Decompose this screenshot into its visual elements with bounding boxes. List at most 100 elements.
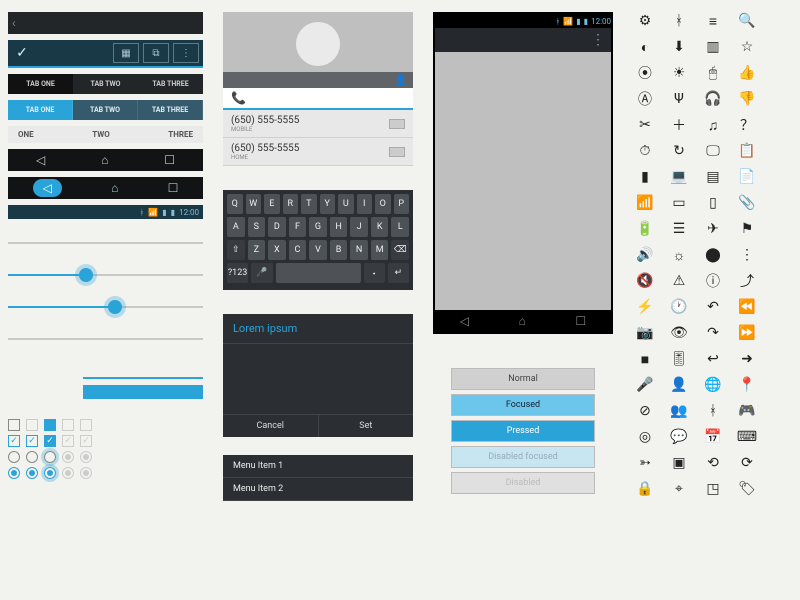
globe-icon[interactable]: 🌐	[701, 376, 725, 394]
airplane-icon[interactable]: ✈	[701, 220, 725, 238]
flag-icon[interactable]: ⚑	[735, 220, 759, 238]
thumbs-down-icon[interactable]: 👎	[735, 90, 759, 108]
nav-home-icon[interactable]: ⌂	[519, 314, 526, 328]
keyboard-icon[interactable]: ⌨	[735, 428, 759, 446]
scrollable-tabs[interactable]: ONE TWO THREE	[8, 126, 203, 143]
tab-three[interactable]: TAB THREE	[138, 74, 203, 94]
people-icon[interactable]: 👥	[667, 402, 691, 420]
volume-mute-icon[interactable]: 🔇	[633, 272, 657, 290]
crop2-icon[interactable]: ◳	[701, 480, 725, 498]
tab-three[interactable]: TAB THREE	[138, 100, 203, 120]
cancel-button[interactable]: Cancel	[223, 415, 319, 437]
key-C[interactable]: C	[289, 240, 307, 260]
set-button[interactable]: Set	[319, 415, 414, 437]
check-icon[interactable]: ✓	[8, 45, 36, 61]
key-U[interactable]: U	[338, 194, 354, 214]
nav-back-icon[interactable]: ◁	[460, 314, 469, 328]
tab-two[interactable]: TAB TWO	[73, 74, 138, 94]
key-⌫[interactable]: ⌫	[391, 240, 409, 260]
settings-icon[interactable]: ⚙	[633, 12, 657, 30]
clipboard-icon[interactable]: 📋	[735, 142, 759, 160]
key-W[interactable]: W	[246, 194, 262, 214]
slider-40[interactable]	[8, 269, 203, 281]
crop-icon[interactable]: ✂	[633, 116, 657, 134]
autofix-icon[interactable]: Ⓐ	[633, 90, 657, 108]
tab-one[interactable]: TAB ONE	[8, 100, 73, 120]
camera-icon[interactable]: 📷	[633, 324, 657, 342]
key-M[interactable]: M	[371, 240, 389, 260]
sms-icon[interactable]	[389, 147, 405, 157]
search-icon[interactable]: 🔍	[735, 12, 759, 30]
key-Q[interactable]: Q	[227, 194, 243, 214]
checkbox[interactable]	[62, 419, 74, 431]
grid-icon[interactable]: ▦	[113, 43, 139, 63]
mic-off-icon[interactable]: 🎤	[633, 376, 657, 394]
key-O[interactable]: O	[375, 194, 391, 214]
key-G[interactable]: G	[309, 217, 327, 237]
share-icon[interactable]: ⤴	[735, 272, 759, 290]
sliders-icon[interactable]: 🎚	[667, 350, 691, 368]
calendar-icon[interactable]: 📅	[701, 428, 725, 446]
target-icon[interactable]: ◎	[633, 428, 657, 446]
key-P[interactable]: P	[394, 194, 410, 214]
key-T[interactable]: T	[301, 194, 317, 214]
key-N[interactable]: N	[350, 240, 368, 260]
contact-number-row[interactable]: (650) 555-5555HOME	[223, 138, 413, 166]
checkbox[interactable]	[8, 419, 20, 431]
slider-55[interactable]	[8, 301, 203, 313]
person-icon[interactable]: 👤	[395, 75, 407, 86]
warning-icon[interactable]: ⚠	[667, 272, 691, 290]
reply-icon[interactable]: ↩	[701, 350, 725, 368]
key-🎤[interactable]: 🎤	[251, 263, 272, 283]
contrast-icon[interactable]: ◐	[633, 38, 657, 56]
key-L[interactable]: L	[391, 217, 409, 237]
locate-icon[interactable]: ⌖	[667, 480, 691, 498]
radio[interactable]	[26, 451, 38, 463]
tv-icon[interactable]: ▭	[667, 194, 691, 212]
nav-home-icon[interactable]: ⌂	[101, 153, 108, 167]
button-normal[interactable]: Normal	[451, 368, 595, 390]
redo-icon[interactable]: ↷	[701, 324, 725, 342]
world-icon[interactable]: ⦿	[633, 64, 657, 82]
overflow-icon[interactable]: ⋮	[591, 32, 605, 48]
key-D[interactable]: D	[268, 217, 286, 237]
new-tab-icon[interactable]: ⧉	[143, 43, 169, 63]
checkbox[interactable]	[80, 419, 92, 431]
headset-icon[interactable]: 🎧	[701, 90, 725, 108]
call-icon[interactable]: 📞	[231, 91, 246, 105]
attachment-icon[interactable]: 📎	[735, 194, 759, 212]
key-J[interactable]: J	[350, 217, 368, 237]
fastforward-icon[interactable]: ⏩	[735, 324, 759, 342]
thumbs-up-icon[interactable]: 👍	[735, 64, 759, 82]
help-icon[interactable]: ？	[735, 116, 759, 134]
key-space[interactable]	[276, 263, 361, 283]
bluetooth-on-icon[interactable]: ᚼ	[701, 402, 725, 420]
radio-focused[interactable]	[44, 451, 56, 463]
laptop-icon[interactable]: 💻	[667, 168, 691, 186]
key-X[interactable]: X	[268, 240, 286, 260]
undo-icon[interactable]: ↶	[701, 298, 725, 316]
tab-one[interactable]: TAB ONE	[8, 74, 73, 94]
person-icon[interactable]: 👤	[667, 376, 691, 394]
mouse-icon[interactable]: 🖱	[701, 64, 725, 82]
menu-item[interactable]: Menu Item 1	[223, 455, 413, 478]
nav-recent-icon[interactable]: ☐	[168, 181, 179, 195]
bluetooth-icon[interactable]: ᚼ	[667, 12, 691, 30]
brightness-icon[interactable]: ☀	[667, 64, 691, 82]
radio[interactable]	[8, 451, 20, 463]
videocam-icon[interactable]: ■	[633, 350, 657, 368]
nav-recent-icon[interactable]: ☐	[164, 153, 175, 167]
filter-icon[interactable]: ≡	[701, 12, 725, 30]
slider-empty[interactable]	[8, 237, 203, 249]
star-icon[interactable]: ☆	[735, 38, 759, 56]
key-Y[interactable]: Y	[320, 194, 336, 214]
radio-checked[interactable]	[8, 467, 20, 479]
compass-icon[interactable]: ➳	[633, 454, 657, 472]
key-V[interactable]: V	[309, 240, 327, 260]
text-field-focused[interactable]	[83, 385, 203, 399]
rotate-right-icon[interactable]: ⟳	[735, 454, 759, 472]
headphones-icon[interactable]: ♫	[701, 116, 725, 134]
nav-back-icon[interactable]: ◁	[36, 153, 45, 167]
menu-item[interactable]: Menu Item 2	[223, 478, 413, 501]
key-Z[interactable]: Z	[248, 240, 266, 260]
